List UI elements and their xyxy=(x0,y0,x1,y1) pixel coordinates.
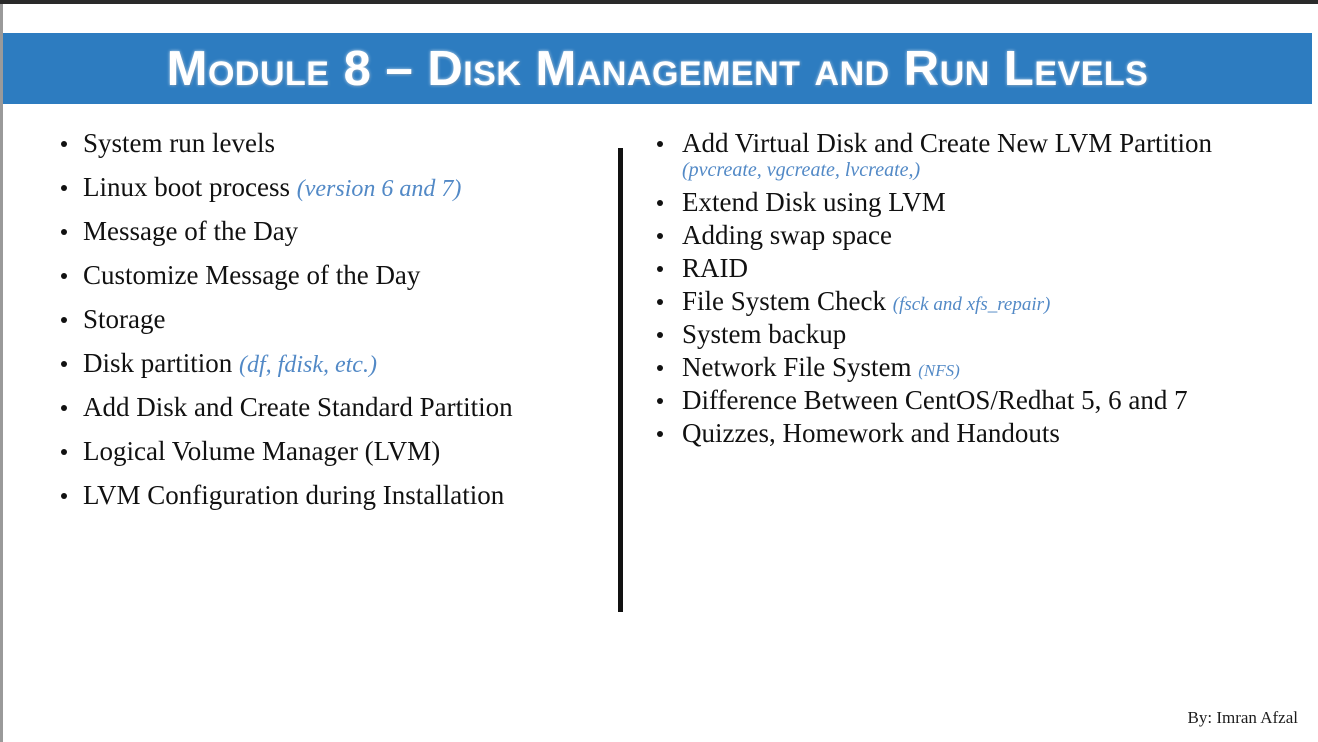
bullet-dot-icon xyxy=(61,449,67,455)
list-item-label: Storage xyxy=(83,304,166,334)
list-item: System backup xyxy=(651,321,1291,348)
list-item-label: Customize Message of the Day xyxy=(83,260,421,290)
bullet-dot-icon xyxy=(61,317,67,323)
list-item-note: (df, fdisk, etc.) xyxy=(239,352,377,378)
list-item-label: Adding swap space xyxy=(682,220,892,250)
list-item: LVM Configuration during Installation xyxy=(55,482,610,509)
list-item: RAID xyxy=(651,255,1291,282)
list-item-label: Logical Volume Manager (LVM) xyxy=(83,436,441,466)
title-banner: Module 8 – Disk Management and Run Level… xyxy=(3,33,1312,104)
list-item-label: Extend Disk using LVM xyxy=(682,187,946,217)
slide-canvas: Module 8 – Disk Management and Run Level… xyxy=(0,0,1318,742)
list-item: Quizzes, Homework and Handouts xyxy=(651,420,1291,447)
page-title: Module 8 – Disk Management and Run Level… xyxy=(166,41,1149,96)
list-item: Difference Between CentOS/Redhat 5, 6 an… xyxy=(651,387,1291,414)
list-item: Linux boot process (version 6 and 7) xyxy=(55,174,610,201)
list-item-label: Disk partition xyxy=(83,348,239,378)
bullet-dot-icon xyxy=(61,229,67,235)
bullet-dot-icon xyxy=(657,431,663,437)
bullet-dot-icon xyxy=(657,200,663,206)
column-divider xyxy=(618,148,623,612)
bullet-dot-icon xyxy=(61,361,67,367)
list-item-label: RAID xyxy=(682,253,748,283)
list-item-label: System run levels xyxy=(83,128,275,158)
bullet-dot-icon xyxy=(657,266,663,272)
list-item-label: Network File System xyxy=(682,352,919,382)
list-item-label: Difference Between CentOS/Redhat 5, 6 an… xyxy=(682,385,1188,415)
left-topic-column: System run levels Linux boot process (ve… xyxy=(55,130,610,526)
list-item-note: (NFS) xyxy=(918,361,960,380)
list-item-note: (fsck and xfs_repair) xyxy=(892,294,1051,315)
author-byline: By: Imran Afzal xyxy=(1187,708,1298,727)
bullet-dot-icon xyxy=(657,398,663,404)
bullet-dot-icon xyxy=(657,332,663,338)
list-item: System run levels xyxy=(55,130,610,157)
list-item-label: Add Disk and Create Standard Partition xyxy=(83,392,513,422)
bullet-dot-icon xyxy=(61,493,67,499)
list-item: Add Disk and Create Standard Partition xyxy=(55,394,610,421)
list-item: Logical Volume Manager (LVM) xyxy=(55,438,610,465)
list-item: Network File System (NFS) xyxy=(651,354,1291,381)
list-item: Customize Message of the Day xyxy=(55,262,610,289)
right-topic-column: Add Virtual Disk and Create New LVM Part… xyxy=(651,130,1291,453)
list-item: Add Virtual Disk and Create New LVM Part… xyxy=(651,130,1291,183)
list-item-label: Quizzes, Homework and Handouts xyxy=(682,418,1060,448)
bullet-dot-icon xyxy=(657,365,663,371)
bullet-dot-icon xyxy=(657,299,663,305)
list-item: Message of the Day xyxy=(55,218,610,245)
bullet-dot-icon xyxy=(61,405,67,411)
list-item-label: LVM Configuration during Installation xyxy=(83,480,505,510)
list-item: Storage xyxy=(55,306,610,333)
list-item: File System Check (fsck and xfs_repair) xyxy=(651,288,1291,315)
bullet-dot-icon xyxy=(657,233,663,239)
list-item: Disk partition (df, fdisk, etc.) xyxy=(55,350,610,377)
bullet-dot-icon xyxy=(61,141,67,147)
right-topic-list: Add Virtual Disk and Create New LVM Part… xyxy=(651,130,1291,447)
list-item-note: (version 6 and 7) xyxy=(296,176,462,202)
bullet-dot-icon xyxy=(657,141,663,147)
list-item-label: File System Check xyxy=(682,286,893,316)
top-edge-strip xyxy=(0,0,1318,4)
bullet-dot-icon xyxy=(61,185,67,191)
list-item-label: Linux boot process xyxy=(83,172,297,202)
list-item-subnote: (pvcreate, vgcreate, lvcreate,) xyxy=(682,159,921,181)
list-item-label: Add Virtual Disk and Create New LVM Part… xyxy=(682,128,1213,158)
list-item-label: System backup xyxy=(682,319,847,349)
list-item: Adding swap space xyxy=(651,222,1291,249)
content-columns: System run levels Linux boot process (ve… xyxy=(0,130,1318,650)
list-item: Extend Disk using LVM xyxy=(651,189,1291,216)
bullet-dot-icon xyxy=(61,273,67,279)
list-item-label: Message of the Day xyxy=(83,216,299,246)
left-topic-list: System run levels Linux boot process (ve… xyxy=(55,130,610,509)
